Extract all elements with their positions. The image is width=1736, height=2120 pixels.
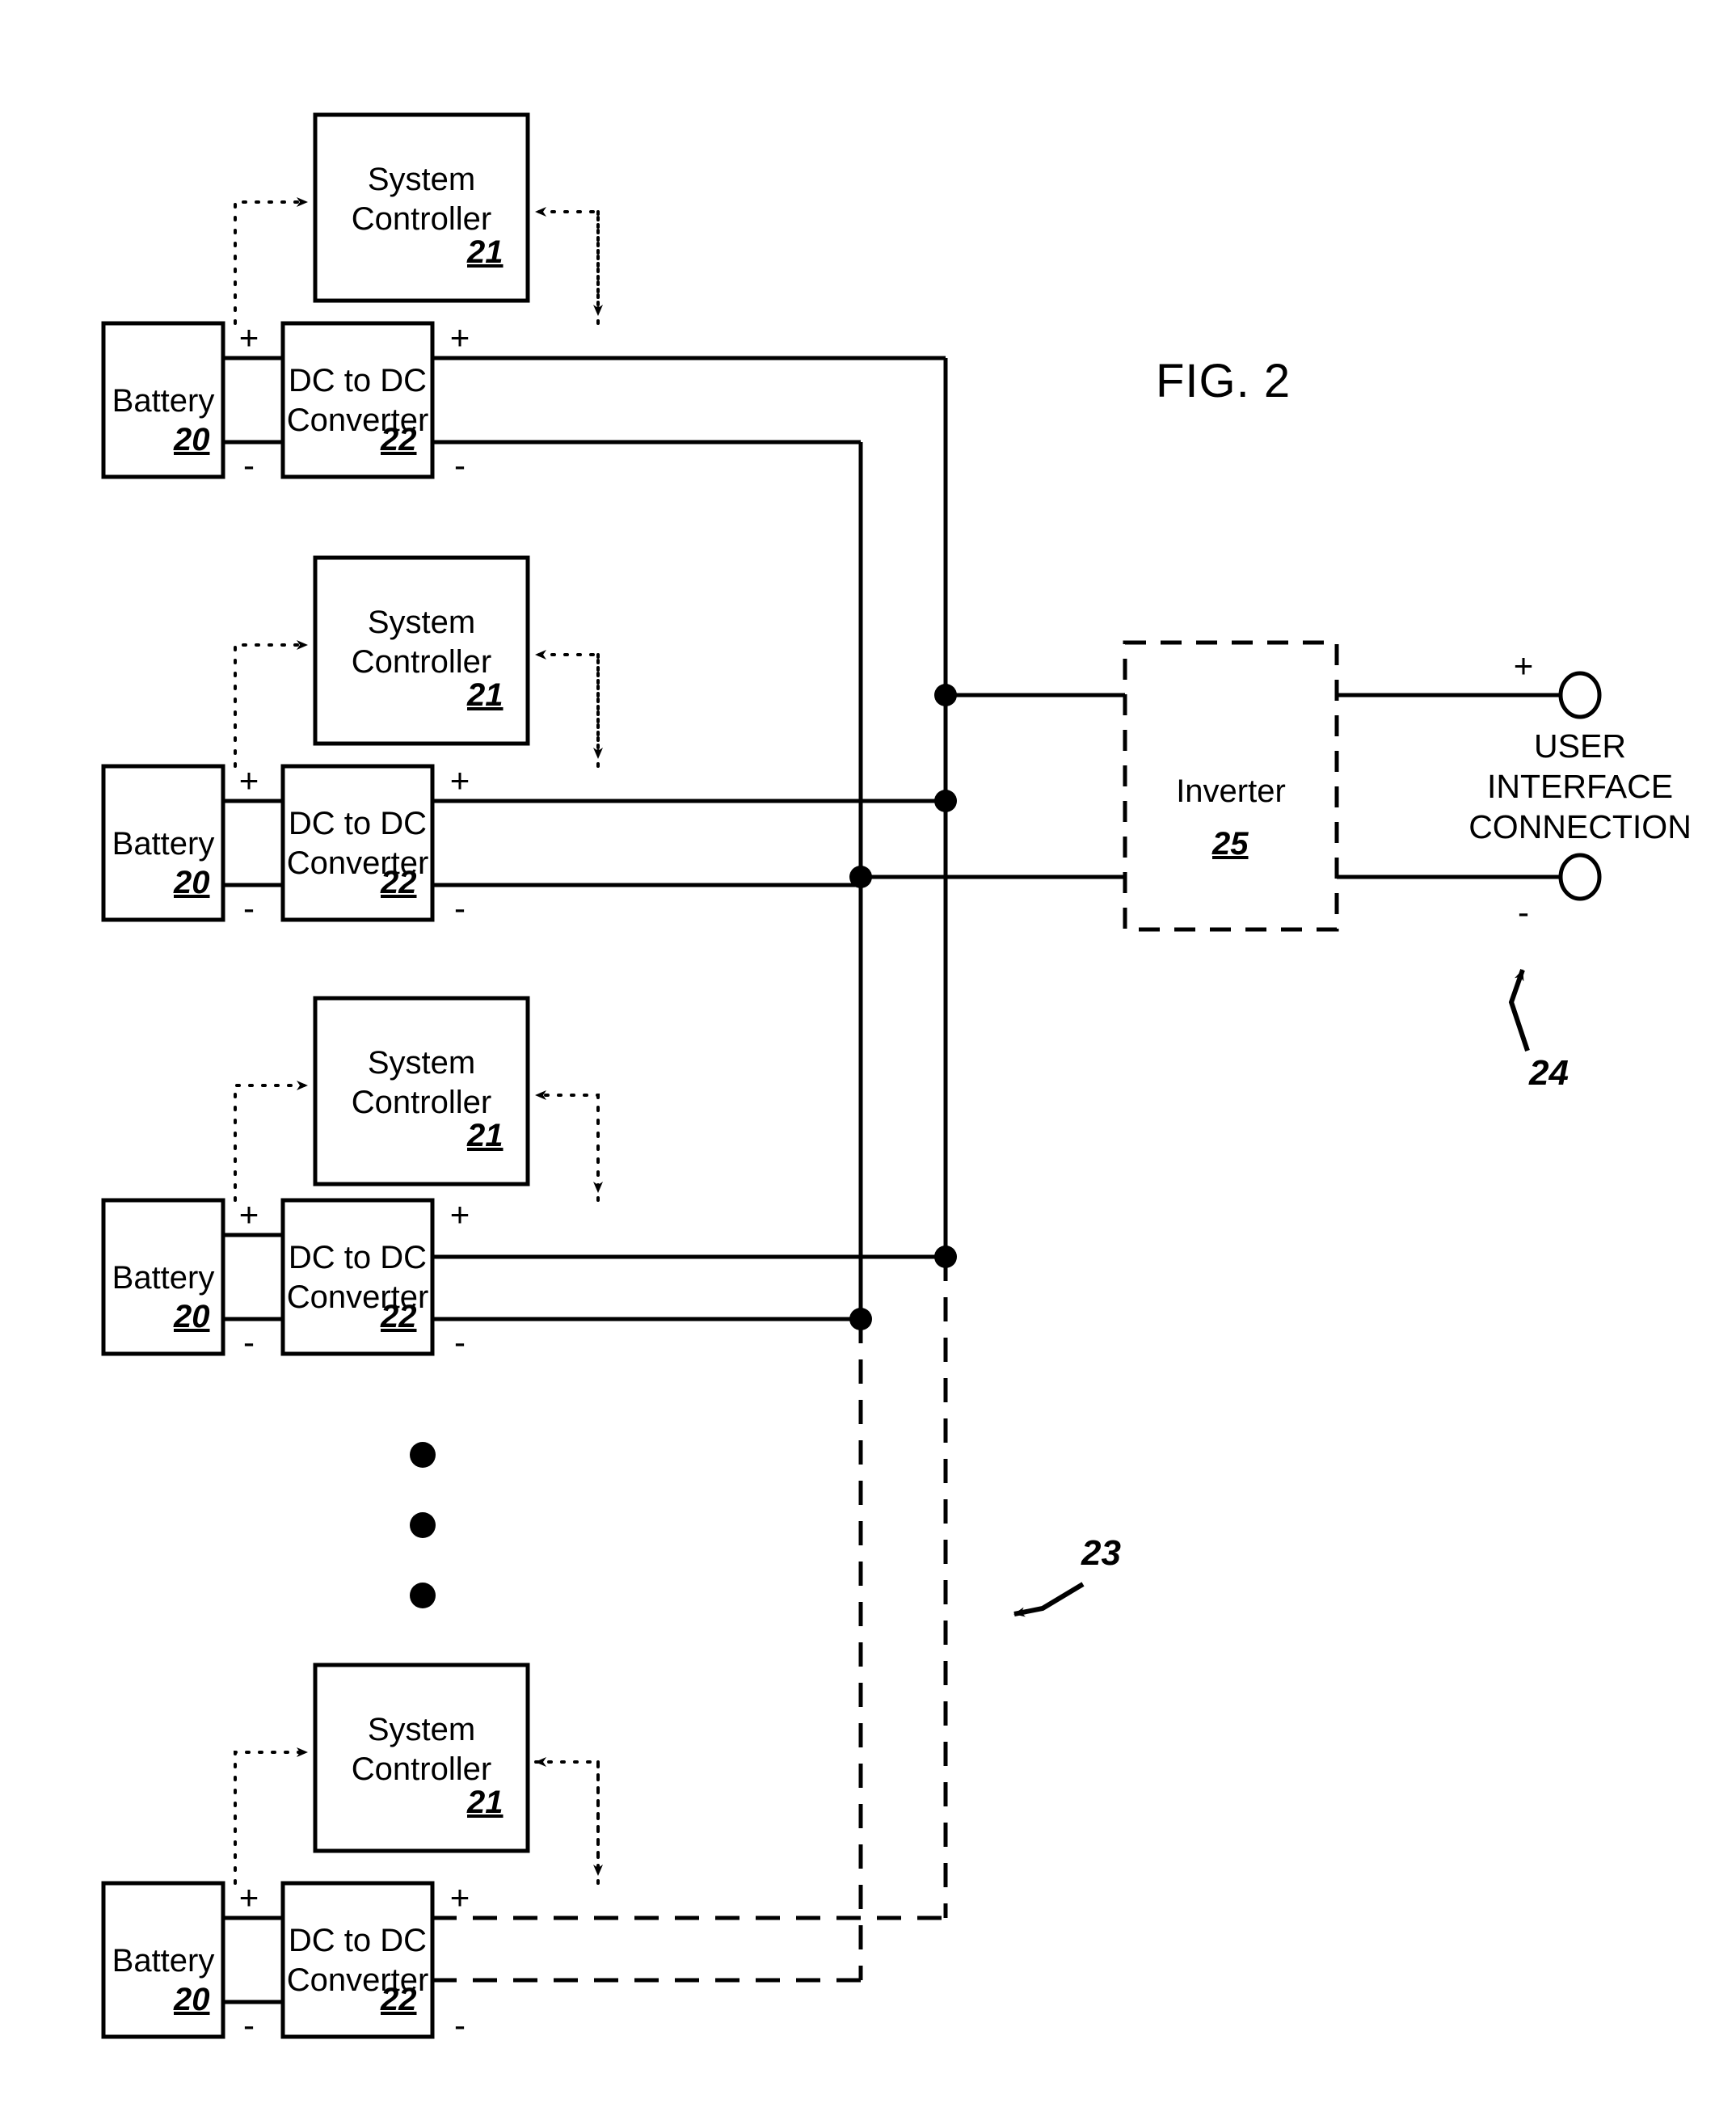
out-plus-sign-3: +	[449, 1195, 470, 1233]
dcdc-number-2: 22	[381, 865, 417, 900]
system-controller-box-4	[313, 1663, 530, 1853]
inverter-number: 25	[1212, 826, 1249, 862]
output-terminal-plus	[1558, 671, 1602, 719]
junction-dot-minus-row3	[849, 1308, 872, 1330]
system-controller-number-3: 21	[467, 1118, 504, 1153]
output-minus-sign: -	[1518, 893, 1529, 931]
out-minus-sign-2: -	[454, 889, 466, 927]
battery-plus-sign-1: +	[238, 318, 259, 356]
battery-plus-sign-2: +	[238, 761, 259, 799]
inverter-box	[1123, 640, 1339, 932]
ref-23-leader	[1013, 1582, 1085, 1617]
battery-minus-sign-3: -	[243, 1323, 255, 1361]
controller-feedback-wire-3	[234, 1081, 309, 1202]
ellipsis-dot-3	[410, 1583, 436, 1608]
battery-plus-sign-4: +	[238, 1878, 259, 1916]
controller-feedback-wire-1	[234, 197, 309, 325]
junction-dot-plus-row2	[934, 790, 957, 812]
out-plus-sign-4: +	[449, 1878, 470, 1916]
ref-24-leader	[1508, 969, 1530, 1052]
out-plus-sign-2: +	[449, 761, 470, 799]
system-controller-number-4: 21	[467, 1785, 504, 1820]
out-plus-sign-1: +	[449, 318, 470, 356]
ellipsis-dot-2	[410, 1512, 436, 1538]
out-minus-sign-4: -	[454, 2006, 466, 2044]
controller-input-wire-3	[534, 1090, 600, 1202]
dcdc-number-3: 22	[381, 1299, 417, 1334]
figure-title: FIG. 2	[1156, 355, 1291, 407]
system-controller-box-1	[313, 112, 530, 303]
battery-number-3: 20	[174, 1299, 210, 1334]
out-minus-sign-3: -	[454, 1323, 466, 1361]
patent-figure-canvas: FIG. 2 System Controller 21 Battery 20 D…	[0, 0, 1736, 2120]
battery-number-4: 20	[174, 1982, 210, 2017]
junction-dot-minus-inverter	[849, 866, 872, 888]
dcdc-number-4: 22	[381, 1982, 417, 2017]
system-controller-box-3	[313, 996, 530, 1186]
reference-number-23: 23	[1081, 1533, 1121, 1573]
controller-feedback-wire-2	[234, 640, 309, 768]
battery-plus-sign-3: +	[238, 1195, 259, 1233]
junction-dot-plus-inverter	[934, 684, 957, 706]
battery-minus-sign-4: -	[243, 2006, 255, 2044]
junction-dot-plus-row3	[934, 1245, 957, 1268]
out-minus-sign-1: -	[454, 446, 466, 484]
user-interface-connection-label: USER INTERFACE CONNECTION	[1468, 727, 1692, 846]
system-controller-number-2: 21	[467, 677, 504, 713]
dcdc-number-1: 22	[381, 422, 417, 457]
system-controller-number-1: 21	[467, 234, 504, 270]
controller-input-wire-4	[534, 1757, 600, 1885]
output-terminal-minus	[1558, 853, 1602, 901]
controller-input-wire-1	[534, 207, 600, 325]
controller-input-wire-2	[534, 650, 600, 768]
battery-number-1: 20	[174, 422, 210, 457]
output-plus-sign: +	[1513, 647, 1534, 685]
reference-number-24: 24	[1529, 1053, 1569, 1093]
ellipsis-dot-1	[410, 1442, 436, 1468]
battery-minus-sign-2: -	[243, 889, 255, 927]
battery-number-2: 20	[174, 865, 210, 900]
system-controller-box-2	[313, 555, 530, 746]
controller-feedback-wire-4	[234, 1747, 309, 1885]
battery-minus-sign-1: -	[243, 446, 255, 484]
